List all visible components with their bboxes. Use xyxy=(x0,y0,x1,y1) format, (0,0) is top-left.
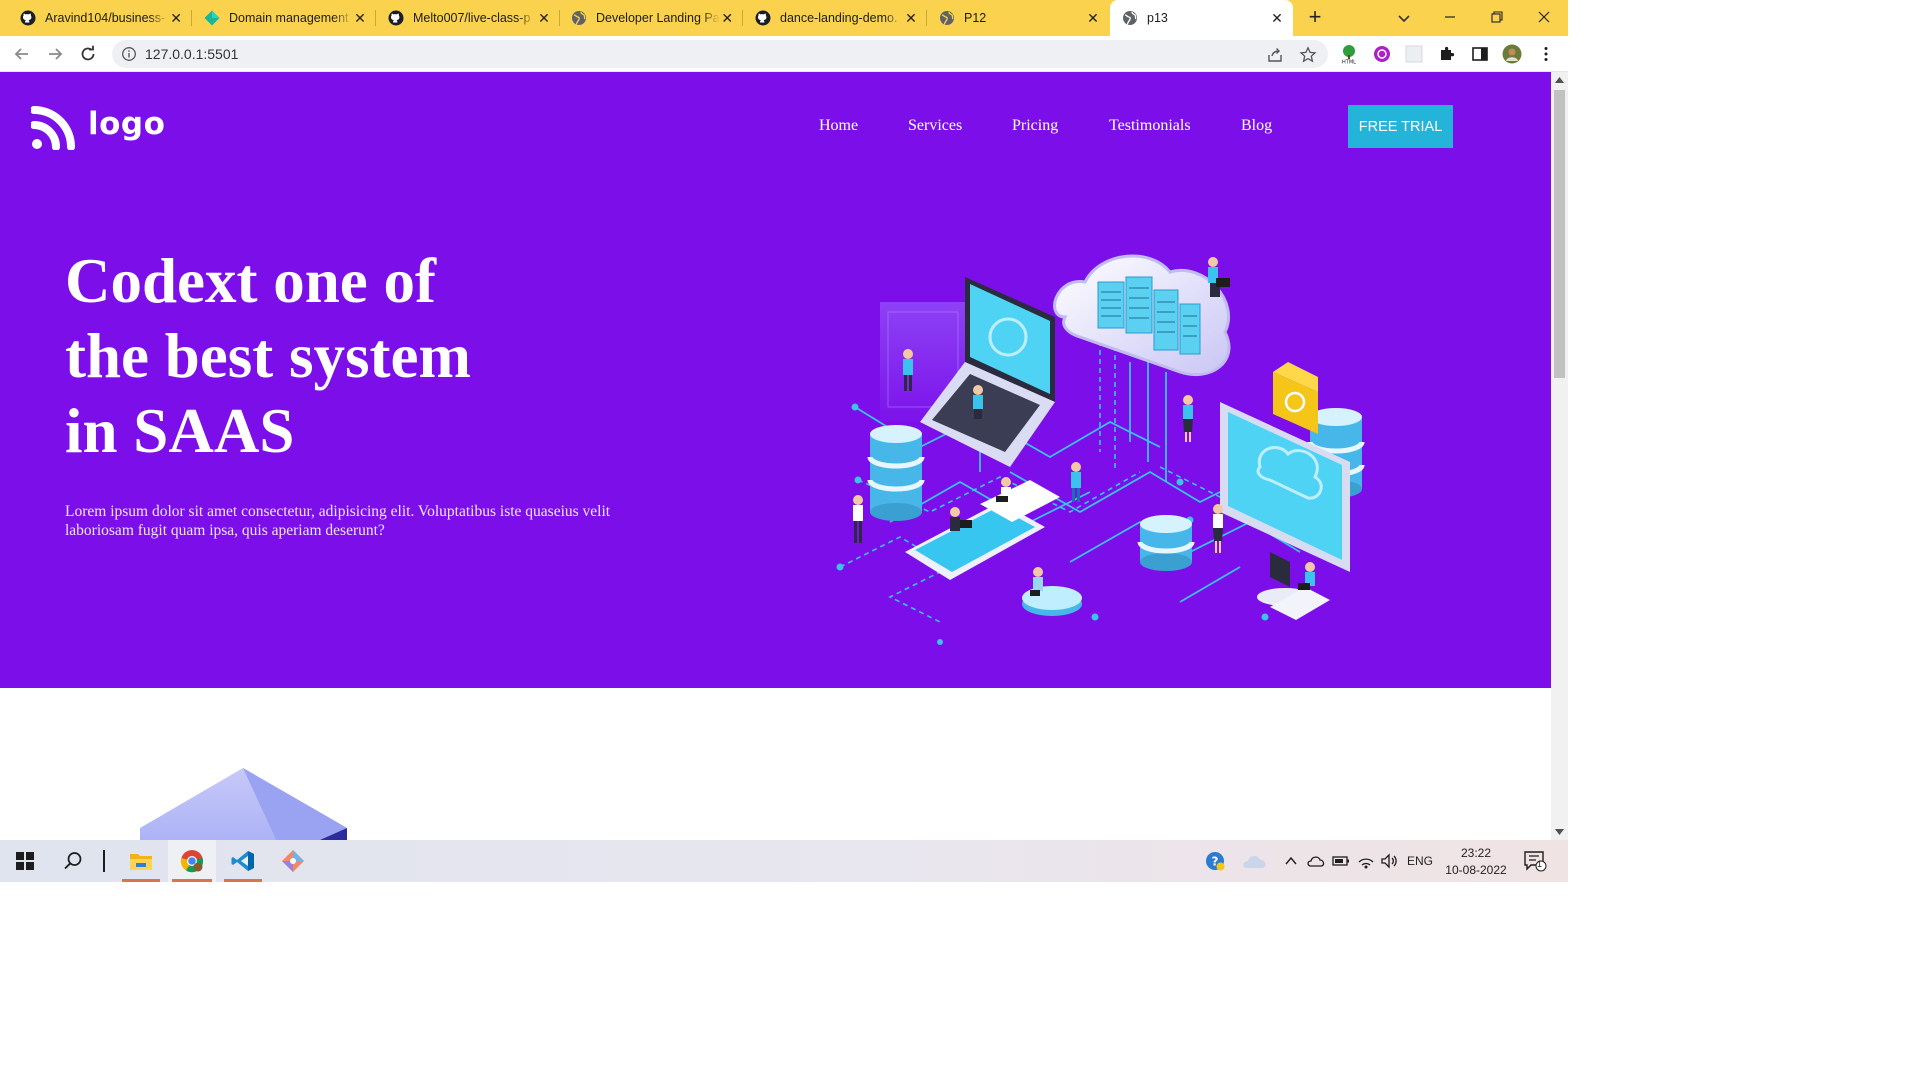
features-section xyxy=(0,688,1551,840)
side-panel-icon[interactable] xyxy=(1470,44,1490,64)
saas-isometric-illustration xyxy=(836,254,1365,645)
tab-title: Developer Landing Pa xyxy=(596,11,720,25)
browser-toolbar: 127.0.0.1:5501 HTML xyxy=(0,36,1568,72)
tab-domain-management[interactable]: Domain management ✕ xyxy=(184,0,376,36)
site-info-icon[interactable] xyxy=(121,46,137,62)
input-language[interactable]: ENG xyxy=(1405,852,1435,870)
chevron-down-icon[interactable] xyxy=(1394,8,1414,28)
color-picker-extension-icon[interactable] xyxy=(1372,44,1392,64)
svg-text:HTML: HTML xyxy=(1342,60,1356,65)
headline-line: Codext one of xyxy=(65,246,436,316)
tab-title: Aravind104/business- xyxy=(45,11,166,25)
tab-bar: Aravind104/business- ✕ Domain management… xyxy=(0,0,1568,36)
browser-menu-icon[interactable] xyxy=(1536,44,1556,64)
tab-title: Melto007/live-class-p xyxy=(413,11,531,25)
globe-icon xyxy=(1122,10,1138,26)
avatar[interactable] xyxy=(1502,44,1522,64)
diamond-icon xyxy=(204,10,220,26)
tab-developer-landing[interactable]: Developer Landing Pa ✕ xyxy=(551,0,743,36)
url-text: 127.0.0.1:5501 xyxy=(145,46,239,62)
clock-time: 23:22 xyxy=(1460,846,1492,860)
help-icon[interactable]: ? xyxy=(1204,852,1226,871)
logo-mark-icon xyxy=(31,106,75,150)
tab-title: p13 xyxy=(1147,11,1168,25)
vscode-icon[interactable] xyxy=(220,840,266,882)
system-clock[interactable]: 23:22 10-08-2022 xyxy=(1440,845,1512,879)
file-explorer-icon[interactable] xyxy=(118,840,164,882)
tab-title: Domain management xyxy=(229,11,349,25)
nav-services[interactable]: Services xyxy=(908,117,962,135)
github-icon xyxy=(755,10,771,26)
logo-text: logo xyxy=(88,106,166,142)
scroll-down-icon[interactable] xyxy=(1555,829,1564,835)
github-icon xyxy=(388,10,404,26)
onedrive-icon[interactable] xyxy=(1306,852,1326,870)
restore-icon[interactable] xyxy=(1485,6,1509,28)
volume-icon[interactable] xyxy=(1379,852,1399,870)
close-icon[interactable]: ✕ xyxy=(1085,10,1101,26)
battery-icon[interactable] xyxy=(1331,852,1351,870)
notification-count: 1 xyxy=(1537,859,1543,869)
headline-line: the best system xyxy=(65,321,471,391)
minimize-icon[interactable] xyxy=(1438,6,1462,28)
extensions-puzzle-icon[interactable] xyxy=(1437,44,1457,64)
task-view-icon[interactable] xyxy=(94,840,114,882)
bookmark-star-icon[interactable] xyxy=(1299,46,1317,64)
nav-testimonials[interactable]: Testimonials xyxy=(1109,117,1191,135)
close-icon[interactable]: ✕ xyxy=(903,10,919,26)
github-icon xyxy=(20,10,36,26)
reload-icon[interactable] xyxy=(77,43,99,65)
page-scrollbar[interactable] xyxy=(1551,72,1568,840)
scrollbar-thumb[interactable] xyxy=(1554,90,1565,378)
tab-aravind104[interactable]: Aravind104/business- ✕ xyxy=(0,0,192,36)
page-viewport: logo Home Services Pricing Testimonials … xyxy=(0,72,1551,840)
headline-line: in SAAS xyxy=(65,396,295,466)
html-tree-extension-icon[interactable]: HTML xyxy=(1339,44,1359,64)
share-icon[interactable] xyxy=(1266,46,1284,64)
address-bar[interactable]: 127.0.0.1:5501 xyxy=(112,40,1328,68)
git-icon[interactable] xyxy=(270,840,316,882)
site-logo[interactable]: logo xyxy=(31,104,165,150)
tab-p12[interactable]: P12 ✕ xyxy=(919,0,1109,36)
hero-description: Lorem ipsum dolor sit amet consectetur, … xyxy=(65,503,611,539)
tab-dance-landing[interactable]: dance-landing-demo. ✕ xyxy=(735,0,927,36)
free-trial-button[interactable]: FREE TRIAL xyxy=(1348,105,1453,148)
close-icon[interactable]: ✕ xyxy=(1269,10,1285,26)
windows-taskbar: ? ENG 23:22 10-08-2022 1 xyxy=(0,840,1568,882)
blank-extension-icon[interactable] xyxy=(1404,44,1424,64)
hero-section: logo Home Services Pricing Testimonials … xyxy=(0,72,1551,688)
window-close-icon[interactable] xyxy=(1532,6,1556,28)
chrome-icon[interactable] xyxy=(168,840,216,882)
close-icon[interactable]: ✕ xyxy=(168,10,184,26)
globe-icon xyxy=(939,10,955,26)
tab-melto007[interactable]: Melto007/live-class-p ✕ xyxy=(368,0,560,36)
nav-pricing[interactable]: Pricing xyxy=(1012,117,1058,135)
scroll-up-icon[interactable] xyxy=(1555,77,1564,83)
clock-date: 10-08-2022 xyxy=(1445,863,1507,877)
weather-icon[interactable] xyxy=(1240,852,1270,870)
tab-p13[interactable]: p13 ✕ xyxy=(1110,0,1293,36)
wifi-icon[interactable] xyxy=(1356,852,1376,870)
nav-blog[interactable]: Blog xyxy=(1241,117,1272,135)
windows-start-icon[interactable] xyxy=(4,840,46,882)
globe-icon xyxy=(571,10,587,26)
isometric-cube-graphic xyxy=(140,768,347,840)
close-icon[interactable]: ✕ xyxy=(352,10,368,26)
notification-center-icon[interactable]: 1 xyxy=(1522,850,1548,872)
chevron-up-icon[interactable] xyxy=(1282,852,1300,870)
tab-title: P12 xyxy=(964,11,987,25)
nav-home[interactable]: Home xyxy=(819,117,858,135)
close-icon[interactable]: ✕ xyxy=(720,10,735,26)
search-icon[interactable] xyxy=(52,840,94,882)
back-icon[interactable] xyxy=(11,43,33,65)
new-tab-button[interactable]: + xyxy=(1303,6,1327,30)
tab-title: dance-landing-demo. xyxy=(780,11,898,25)
hero-headline: Codext one of the best system in SAAS xyxy=(65,244,705,469)
forward-icon[interactable] xyxy=(44,43,66,65)
close-icon[interactable]: ✕ xyxy=(536,10,552,26)
